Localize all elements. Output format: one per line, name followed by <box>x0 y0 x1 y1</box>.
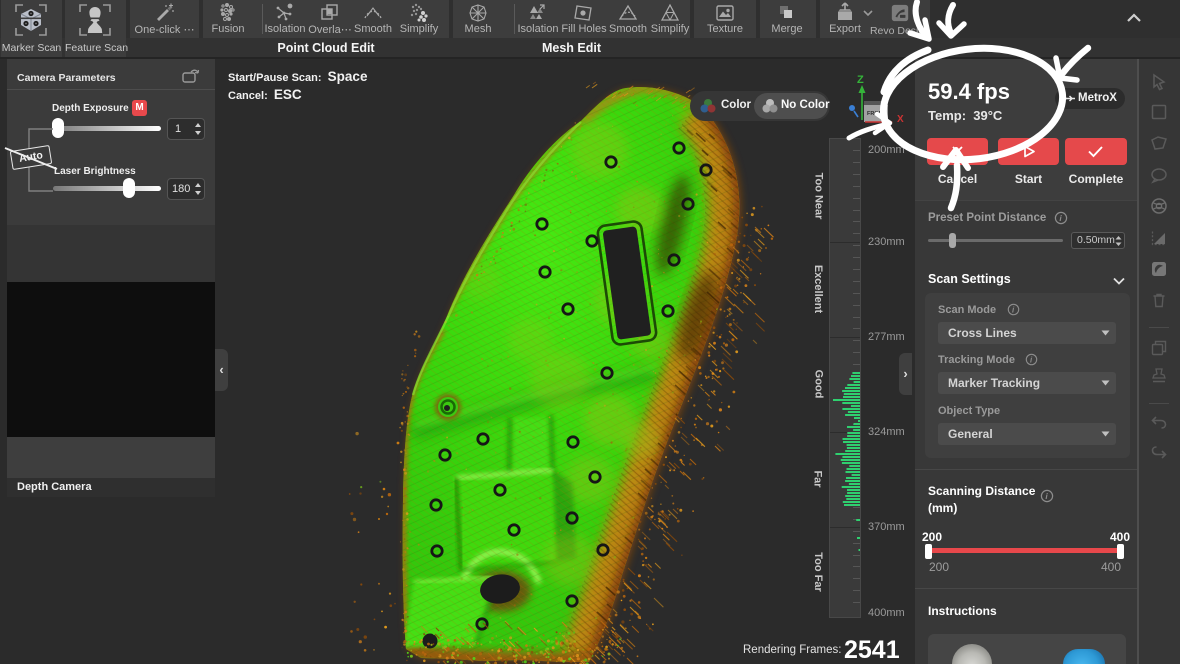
svg-text:X: X <box>897 114 904 125</box>
svg-text:Z: Z <box>857 74 864 86</box>
svg-text:i: i <box>1059 213 1062 223</box>
svg-text:i: i <box>1045 491 1048 501</box>
svg-text:i: i <box>1012 305 1015 314</box>
svg-text:FRONT: FRONT <box>867 111 887 117</box>
svg-text:i: i <box>1030 355 1033 364</box>
